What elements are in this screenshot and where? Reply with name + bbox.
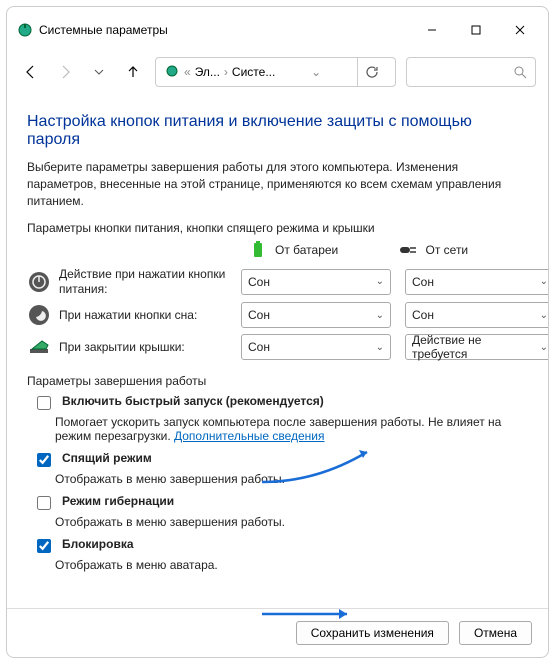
lid-battery-select[interactable]: Сон⌄ xyxy=(241,334,391,360)
column-battery-label: От батареи xyxy=(275,243,338,257)
section-shutdown-label: Параметры завершения работы xyxy=(27,374,528,388)
close-button[interactable] xyxy=(498,15,542,45)
cancel-button[interactable]: Отмена xyxy=(459,621,532,645)
lid-ac-select[interactable]: Действие не требуется⌄ xyxy=(405,334,549,360)
up-button[interactable] xyxy=(121,60,145,84)
column-ac-label: От сети xyxy=(426,243,469,257)
chevron-down-icon: ⌄ xyxy=(376,310,384,321)
column-battery: От батареи xyxy=(241,239,378,261)
address-bar[interactable]: « Эл... › Систе... ⌄ xyxy=(155,57,396,87)
lock-checkbox[interactable] xyxy=(37,539,51,553)
sleep-mode-desc: Отображать в меню завершения работы. xyxy=(55,472,528,486)
sleep-mode-label: Спящий режим xyxy=(62,451,152,465)
hibernate-desc: Отображать в меню завершения работы. xyxy=(55,515,528,529)
chevron-down-icon: ⌄ xyxy=(540,310,548,321)
lock-label: Блокировка xyxy=(62,537,134,551)
lid-icon xyxy=(27,335,51,359)
power-button-ac-select[interactable]: Сон⌄ xyxy=(405,269,549,295)
chevron-down-icon: ⌄ xyxy=(540,276,548,287)
chevron-right-icon: « xyxy=(184,65,191,79)
minimize-button[interactable] xyxy=(410,15,454,45)
plug-icon xyxy=(398,239,420,261)
toolbar: « Эл... › Систе... ⌄ xyxy=(7,53,548,97)
lock-desc: Отображать в меню аватара. xyxy=(55,558,528,572)
address-icon xyxy=(164,63,180,82)
breadcrumb-part1[interactable]: Эл... xyxy=(195,65,220,79)
fast-startup-label: Включить быстрый запуск (рекомендуется) xyxy=(62,394,324,408)
app-icon xyxy=(17,22,33,38)
section-buttons-label: Параметры кнопки питания, кнопки спящего… xyxy=(27,221,528,235)
power-button-label: Действие при нажатии кнопки питания: xyxy=(59,267,227,296)
maximize-button[interactable] xyxy=(454,15,498,45)
sleep-button-ac-select[interactable]: Сон⌄ xyxy=(405,302,549,328)
forward-button[interactable] xyxy=(53,60,77,84)
power-button-battery-select[interactable]: Сон⌄ xyxy=(241,269,391,295)
breadcrumb-part2[interactable]: Систе... xyxy=(232,65,275,79)
footer: Сохранить изменения Отмена xyxy=(7,608,548,657)
sleep-button-icon xyxy=(27,303,51,327)
back-button[interactable] xyxy=(19,60,43,84)
chevron-right-icon: › xyxy=(224,65,228,79)
more-info-link[interactable]: Дополнительные сведения xyxy=(174,429,324,443)
sleep-mode-checkbox[interactable] xyxy=(37,453,51,467)
sleep-button-label: При нажатии кнопки сна: xyxy=(59,308,197,322)
chevron-down-icon[interactable]: ⌄ xyxy=(311,65,321,79)
chevron-down-icon: ⌄ xyxy=(376,276,384,287)
page-heading: Настройка кнопок питания и включение защ… xyxy=(27,113,528,149)
lid-label: При закрытии крышки: xyxy=(59,340,185,354)
window-title: Системные параметры xyxy=(39,23,168,37)
column-ac: От сети xyxy=(392,239,529,261)
recent-button[interactable] xyxy=(87,60,111,84)
chevron-down-icon: ⌄ xyxy=(540,342,548,353)
battery-icon xyxy=(247,239,269,261)
sleep-button-battery-select[interactable]: Сон⌄ xyxy=(241,302,391,328)
page-description: Выберите параметры завершения работы для… xyxy=(27,159,528,209)
chevron-down-icon: ⌄ xyxy=(376,342,384,353)
fast-startup-desc: Помогает ускорить запуск компьютера посл… xyxy=(55,415,528,443)
hibernate-checkbox[interactable] xyxy=(37,496,51,510)
save-button[interactable]: Сохранить изменения xyxy=(296,621,449,645)
search-icon xyxy=(513,65,527,79)
hibernate-label: Режим гибернации xyxy=(62,494,174,508)
power-button-icon xyxy=(27,270,51,294)
search-input[interactable] xyxy=(406,57,536,87)
fast-startup-checkbox[interactable] xyxy=(37,396,51,410)
refresh-button[interactable] xyxy=(357,57,387,87)
titlebar: Системные параметры xyxy=(7,7,548,53)
